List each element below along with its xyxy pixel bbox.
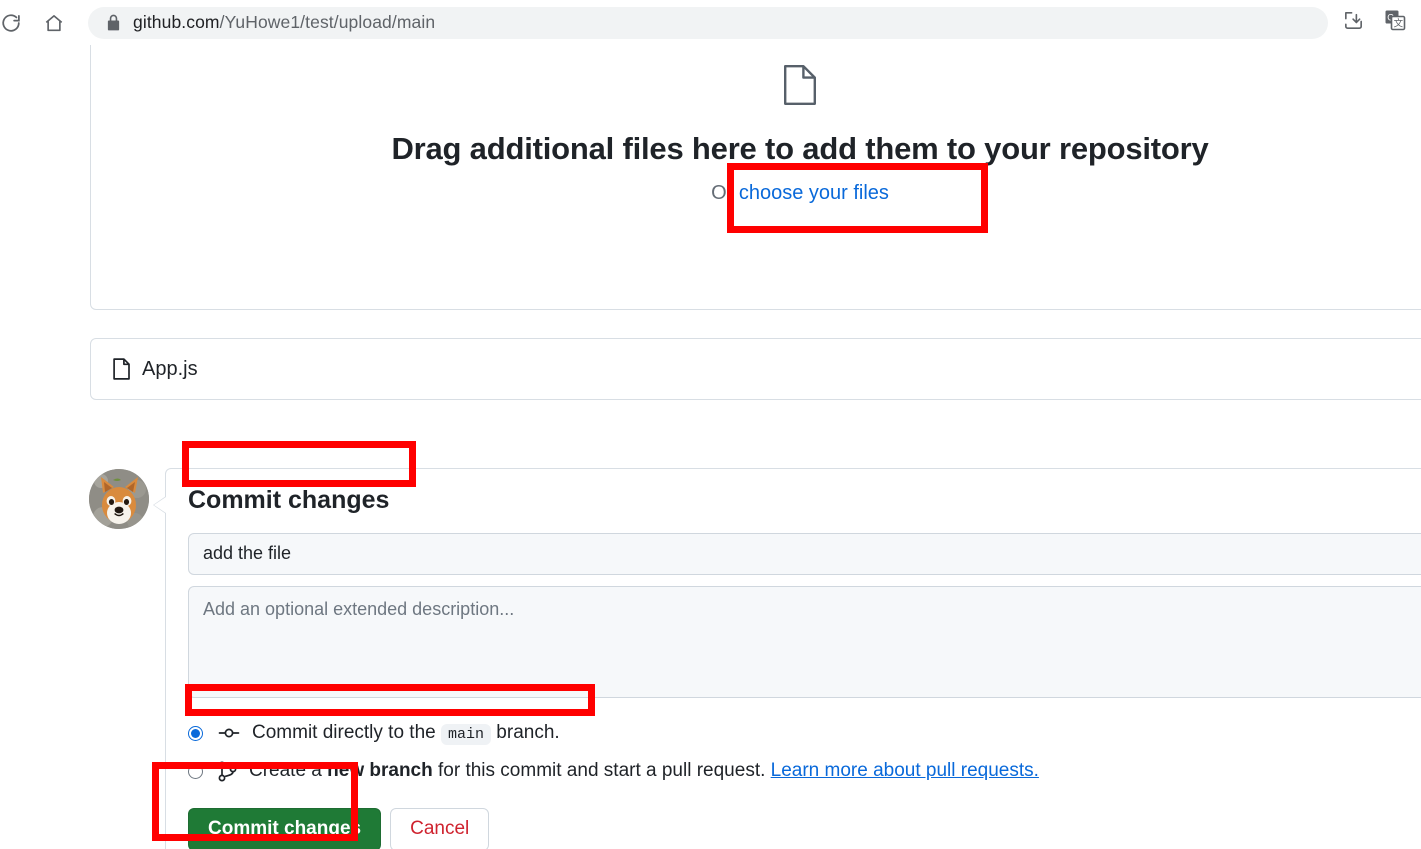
file-icon: [783, 64, 817, 111]
commit-option-new-branch[interactable]: Create a new branch for this commit and …: [188, 756, 1421, 787]
branch-badge: main: [441, 724, 492, 745]
commit-target-options: Commit directly to the main branch. Crea…: [188, 718, 1421, 787]
new-branch-text-before: Create a: [249, 760, 328, 781]
uploaded-file-name: App.js: [142, 357, 198, 380]
address-bar[interactable]: github.com/YuHowe1/test/upload/main: [88, 6, 1328, 39]
reload-button[interactable]: [0, 6, 28, 40]
git-commit-icon: [218, 725, 240, 741]
home-button[interactable]: [37, 6, 71, 40]
choose-files-link[interactable]: choose your files: [739, 182, 889, 204]
url-host: github.com: [133, 12, 220, 32]
file-dropzone[interactable]: Drag additional files here to add them t…: [90, 45, 1421, 310]
commit-actions: Commit changes Cancel: [188, 807, 1421, 849]
dropzone-or-label: Or: [711, 182, 739, 204]
commit-directly-label: Commit directly to the main branch.: [252, 722, 560, 745]
file-icon: [113, 358, 130, 380]
radio-commit-directly[interactable]: [188, 725, 203, 741]
dropzone-subtitle: Or choose your files: [711, 182, 889, 205]
new-branch-text-after: for this commit and start a pull request…: [432, 760, 771, 781]
browser-actions: G 文: [1342, 8, 1407, 37]
svg-text:文: 文: [1394, 18, 1404, 30]
commit-directly-text-before: Commit directly to the: [252, 722, 441, 743]
commit-summary-input[interactable]: [188, 532, 1421, 575]
pull-requests-learn-more-link[interactable]: Learn more about pull requests.: [771, 760, 1039, 781]
page-content: Drag additional files here to add them t…: [0, 45, 1421, 849]
commit-directly-text-after: branch.: [491, 722, 560, 743]
radio-create-new-branch[interactable]: [188, 763, 203, 779]
dropzone-title: Drag additional files here to add them t…: [391, 131, 1209, 166]
browser-toolbar: github.com/YuHowe1/test/upload/main G 文: [0, 0, 1421, 45]
bubble-arrow: [153, 496, 166, 514]
git-branch-icon: [218, 761, 237, 782]
url-path: /YuHowe1/test/upload/main: [219, 12, 436, 32]
new-branch-bold: new branch: [327, 760, 433, 781]
commit-heading: Commit changes: [188, 486, 390, 514]
new-branch-label: Create a new branch for this commit and …: [249, 760, 1039, 782]
cancel-button[interactable]: Cancel: [390, 807, 490, 849]
url-text: github.com/YuHowe1/test/upload/main: [133, 12, 435, 33]
commit-form: Commit changes Commit directly to the ma…: [153, 468, 1421, 849]
uploaded-file-row: App.js: [90, 338, 1421, 400]
translate-icon[interactable]: G 文: [1383, 8, 1407, 37]
commit-description-input[interactable]: [188, 585, 1421, 698]
commit-changes-button[interactable]: Commit changes: [188, 807, 382, 849]
user-avatar: [89, 469, 149, 529]
lock-icon: [106, 14, 121, 31]
install-app-icon[interactable]: [1342, 9, 1365, 37]
commit-option-commit-directly[interactable]: Commit directly to the main branch.: [188, 718, 1421, 749]
